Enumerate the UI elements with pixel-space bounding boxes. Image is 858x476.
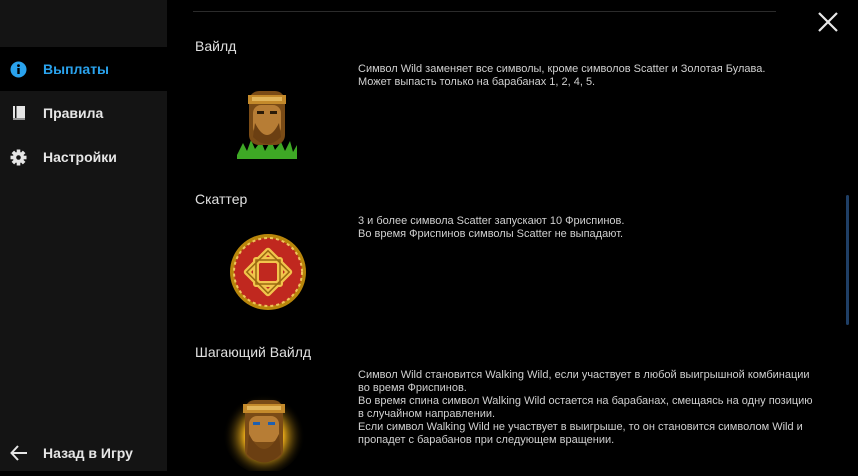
section-title-wild: Вайлд — [195, 38, 237, 54]
walking-wild-warrior-icon — [223, 372, 305, 474]
book-icon — [10, 105, 27, 122]
arrow-left-icon — [10, 444, 28, 462]
sidebar-item-settings[interactable]: Настройки — [0, 135, 167, 179]
description-line: Если символ Walking Wild не участвует в … — [358, 421, 803, 433]
divider — [193, 11, 776, 12]
sidebar-item-label: Настройки — [43, 149, 117, 165]
section-title-walking-wild: Шагающий Вайлд — [195, 344, 312, 360]
sidebar-item-payouts[interactable]: Выплаты — [0, 47, 167, 91]
sidebar: Выплаты Правила Настройки Назад в Игру — [0, 0, 167, 471]
description-line: Может выпасть только на барабанах 1, 2, … — [358, 76, 596, 88]
description-line: Символ Wild становится Walking Wild, есл… — [358, 369, 810, 381]
gear-icon — [10, 149, 27, 166]
close-button[interactable] — [816, 10, 840, 34]
description-line: Символ Wild заменяет все символы, кроме … — [358, 63, 766, 75]
wild-warrior-icon — [235, 85, 299, 161]
description-line: Во время спина символ Walking Wild остае… — [358, 395, 813, 407]
description-line: в случайном направлении. — [358, 408, 496, 420]
close-icon — [818, 12, 838, 32]
sidebar-item-rules[interactable]: Правила — [0, 91, 167, 135]
section-title-scatter: Скаттер — [195, 191, 248, 207]
section-description-wild: Символ Wild заменяет все символы, кроме … — [358, 63, 848, 89]
back-to-game-button[interactable]: Назад в Игру — [0, 435, 167, 471]
info-icon — [10, 61, 27, 78]
description-line: пропадет с барабанов при следующем враще… — [358, 434, 615, 446]
section-description-scatter: 3 и более символа Scatter запускают 10 Ф… — [358, 215, 848, 241]
back-label: Назад в Игру — [43, 445, 133, 461]
sidebar-item-label: Выплаты — [43, 61, 110, 77]
section-description-walking-wild: Символ Wild становится Walking Wild, есл… — [358, 369, 848, 447]
payouts-content: Вайлд Символ Wild заменяет все символы, … — [167, 0, 858, 474]
scatter-knot-icon — [229, 233, 307, 311]
sidebar-item-label: Правила — [43, 105, 104, 121]
description-line: 3 и более символа Scatter запускают 10 Ф… — [358, 215, 625, 227]
description-line: во время Фриспинов. — [358, 382, 467, 394]
description-line: Во время Фриспинов символы Scatter не вы… — [358, 228, 624, 240]
